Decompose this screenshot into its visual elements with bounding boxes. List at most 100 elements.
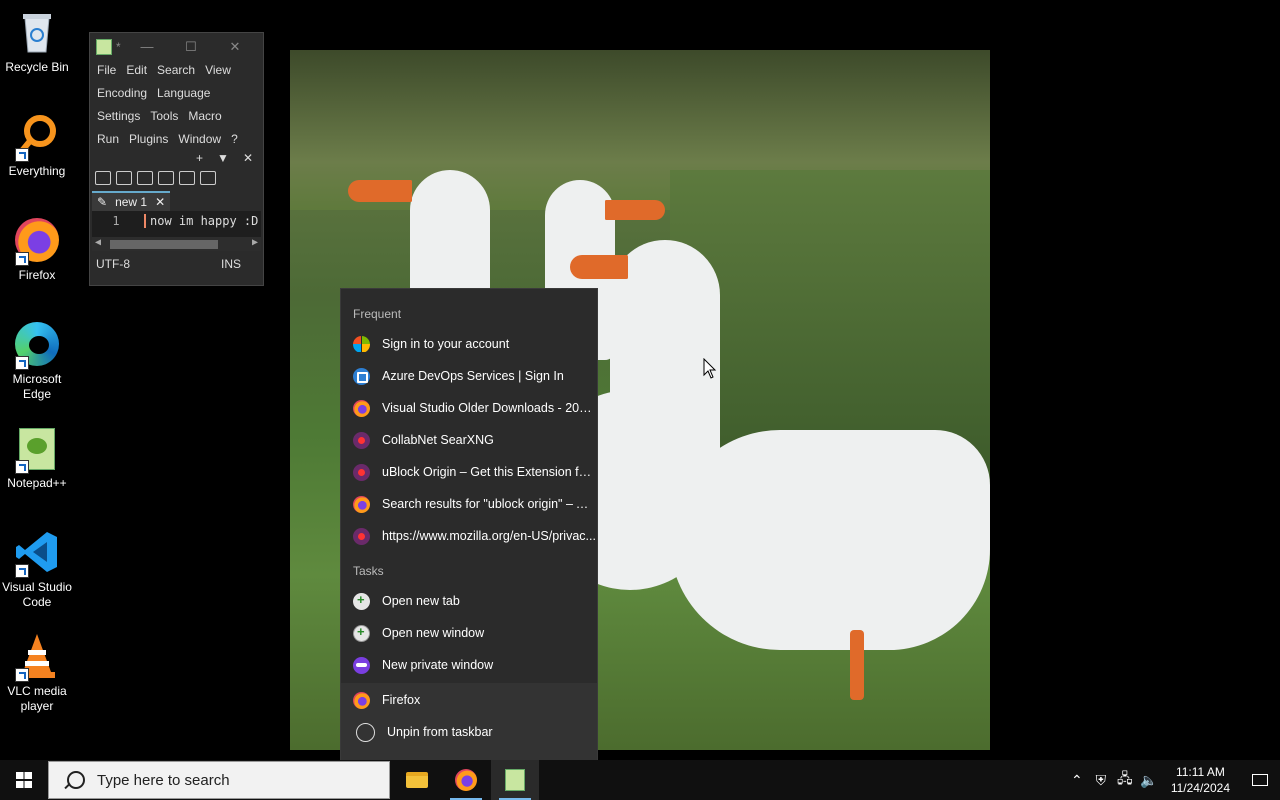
shortcut-arrow-icon: [15, 668, 29, 682]
menu-tools[interactable]: Tools: [150, 109, 178, 124]
maximize-button[interactable]: ☐: [169, 39, 213, 55]
menu-row: Run Plugins Window ?: [90, 130, 263, 149]
security-icon[interactable]: ⛨: [1089, 772, 1113, 789]
close-all-icon[interactable]: [200, 171, 216, 185]
taskbar-search-box[interactable]: Type here to search: [48, 761, 390, 799]
menu-settings[interactable]: Settings: [97, 109, 140, 124]
file-explorer-icon: [406, 772, 428, 788]
shortcut-arrow-icon: [15, 252, 29, 266]
start-button[interactable]: [0, 760, 48, 800]
menu-row: File Edit Search View: [90, 61, 263, 80]
desktop-icon-vscode[interactable]: Visual Studio Code: [0, 528, 74, 610]
menu-macro[interactable]: Macro: [188, 109, 221, 124]
jump-item-new-private-window[interactable]: New private window: [341, 649, 597, 681]
shortcut-arrow-icon: [15, 564, 29, 578]
private-window-icon: [353, 656, 370, 674]
scroll-thumb[interactable]: [110, 240, 218, 249]
firefox-icon: [353, 495, 370, 513]
jump-item-frequent[interactable]: Visual Studio Older Downloads - 2019,...: [341, 392, 597, 424]
menu-view[interactable]: View: [205, 63, 231, 78]
add-tab-icon[interactable]: +: [196, 151, 203, 165]
menu-file[interactable]: File: [97, 63, 116, 78]
goose-beak: [605, 200, 665, 220]
taskbar: Type here to search ⌃ ⛨ 🖧 🔈 11:11 AM 11/…: [0, 760, 1280, 800]
chevron-up-icon[interactable]: ⌃: [1065, 772, 1089, 789]
desktop-icon-notepadpp[interactable]: Notepad++: [0, 424, 74, 491]
open-folder-icon[interactable]: [116, 171, 132, 185]
action-center-button[interactable]: [1240, 760, 1280, 800]
horizontal-scrollbar[interactable]: ◀ ▶: [92, 237, 261, 251]
tab-close-icon[interactable]: ✕: [155, 195, 165, 209]
goose-leg: [850, 630, 864, 700]
jump-item-unpin[interactable]: Unpin from taskbar: [341, 716, 597, 748]
network-icon[interactable]: 🖧: [1113, 768, 1137, 792]
minimize-button[interactable]: —: [125, 39, 169, 55]
menu-row: Settings Tools Macro: [90, 107, 263, 126]
menu-help[interactable]: ?: [231, 132, 238, 147]
menu-window[interactable]: Window: [178, 132, 221, 147]
jump-pinned-section: Firefox Unpin from taskbar: [341, 683, 597, 761]
menu-run[interactable]: Run: [97, 132, 119, 147]
jump-item-frequent[interactable]: https://www.mozilla.org/en-US/privac...: [341, 520, 597, 552]
desktop-icon-label: Visual Studio Code: [2, 580, 72, 609]
notification-icon: [1252, 774, 1268, 786]
taskbar-firefox[interactable]: [442, 760, 490, 800]
close-button[interactable]: ✕: [213, 39, 257, 55]
line-text[interactable]: now im happy :D: [144, 214, 258, 228]
jump-item-label: New private window: [382, 658, 494, 672]
jump-item-frequent[interactable]: Azure DevOps Services | Sign In: [341, 360, 597, 392]
jump-item-label: Unpin from taskbar: [387, 725, 493, 739]
jump-item-label: Search results for "ublock origin" – Ad.…: [382, 497, 596, 511]
menu-language[interactable]: Language: [157, 86, 210, 101]
menu-encoding[interactable]: Encoding: [97, 86, 147, 101]
tab-list-icon[interactable]: ▼: [217, 151, 229, 165]
search-placeholder: Type here to search: [97, 771, 230, 789]
scroll-left-icon[interactable]: ◀: [95, 237, 101, 248]
jump-item-frequent[interactable]: Sign in to your account: [341, 328, 597, 360]
close-tab-icon[interactable]: ✕: [243, 151, 253, 165]
jump-item-frequent[interactable]: Search results for "ublock origin" – Ad.…: [341, 488, 597, 520]
section-header-frequent: Frequent: [353, 307, 402, 321]
microsoft-icon: [353, 335, 370, 353]
menu-search[interactable]: Search: [157, 63, 195, 78]
desktop-icon-label: Microsoft Edge: [12, 372, 62, 401]
desktop-icon-label: Recycle Bin: [5, 60, 69, 74]
desktop-icon-recycle-bin[interactable]: Recycle Bin: [0, 8, 74, 75]
firefox-icon: [353, 691, 370, 709]
desktop-icon-everything[interactable]: Everything: [0, 112, 74, 179]
goose-beak: [348, 180, 412, 202]
goose-beak: [570, 255, 628, 279]
menu-edit[interactable]: Edit: [126, 63, 147, 78]
menu-plugins[interactable]: Plugins: [129, 132, 168, 147]
taskbar-notepadpp[interactable]: [491, 760, 539, 800]
pencil-icon: ✎: [97, 195, 108, 209]
scroll-right-icon[interactable]: ▶: [252, 237, 258, 248]
jump-item-firefox[interactable]: Firefox: [341, 684, 597, 716]
site-icon: [353, 527, 370, 545]
jump-item-open-new-window[interactable]: Open new window: [341, 617, 597, 649]
desktop-icon-edge[interactable]: Microsoft Edge: [0, 320, 74, 402]
vlc-icon: [13, 632, 61, 682]
site-icon: [353, 463, 370, 481]
jump-item-frequent[interactable]: CollabNet SearXNG: [341, 424, 597, 456]
line-number: 1: [112, 214, 120, 228]
tab-label: new 1: [115, 195, 148, 209]
jump-item-frequent[interactable]: uBlock Origin – Get this Extension for..…: [341, 456, 597, 488]
goose-front-body: [670, 430, 990, 650]
desktop-icon-firefox[interactable]: Firefox: [0, 216, 74, 283]
new-file-icon[interactable]: [95, 171, 111, 185]
jump-item-open-new-tab[interactable]: Open new tab: [341, 585, 597, 617]
notepadpp-window[interactable]: * — ☐ ✕ File Edit Search View Encoding L…: [89, 32, 264, 286]
save-icon[interactable]: [137, 171, 153, 185]
desktop-icon-vlc[interactable]: VLC media player: [0, 632, 74, 714]
save-all-icon[interactable]: [158, 171, 174, 185]
notepadpp-titlebar[interactable]: * — ☐ ✕: [90, 33, 263, 61]
taskbar-file-explorer[interactable]: [393, 760, 441, 800]
volume-muted-icon[interactable]: 🔈: [1137, 772, 1161, 789]
editor-area[interactable]: 1 now im happy :D ◀ ▶: [92, 211, 261, 251]
close-file-icon[interactable]: [179, 171, 195, 185]
document-tabs: ✎ new 1 ✕: [90, 189, 263, 211]
clock[interactable]: 11:11 AM 11/24/2024: [1161, 764, 1240, 796]
tab-new-1[interactable]: ✎ new 1 ✕: [92, 191, 171, 211]
notepadpp-icon: [13, 424, 61, 474]
